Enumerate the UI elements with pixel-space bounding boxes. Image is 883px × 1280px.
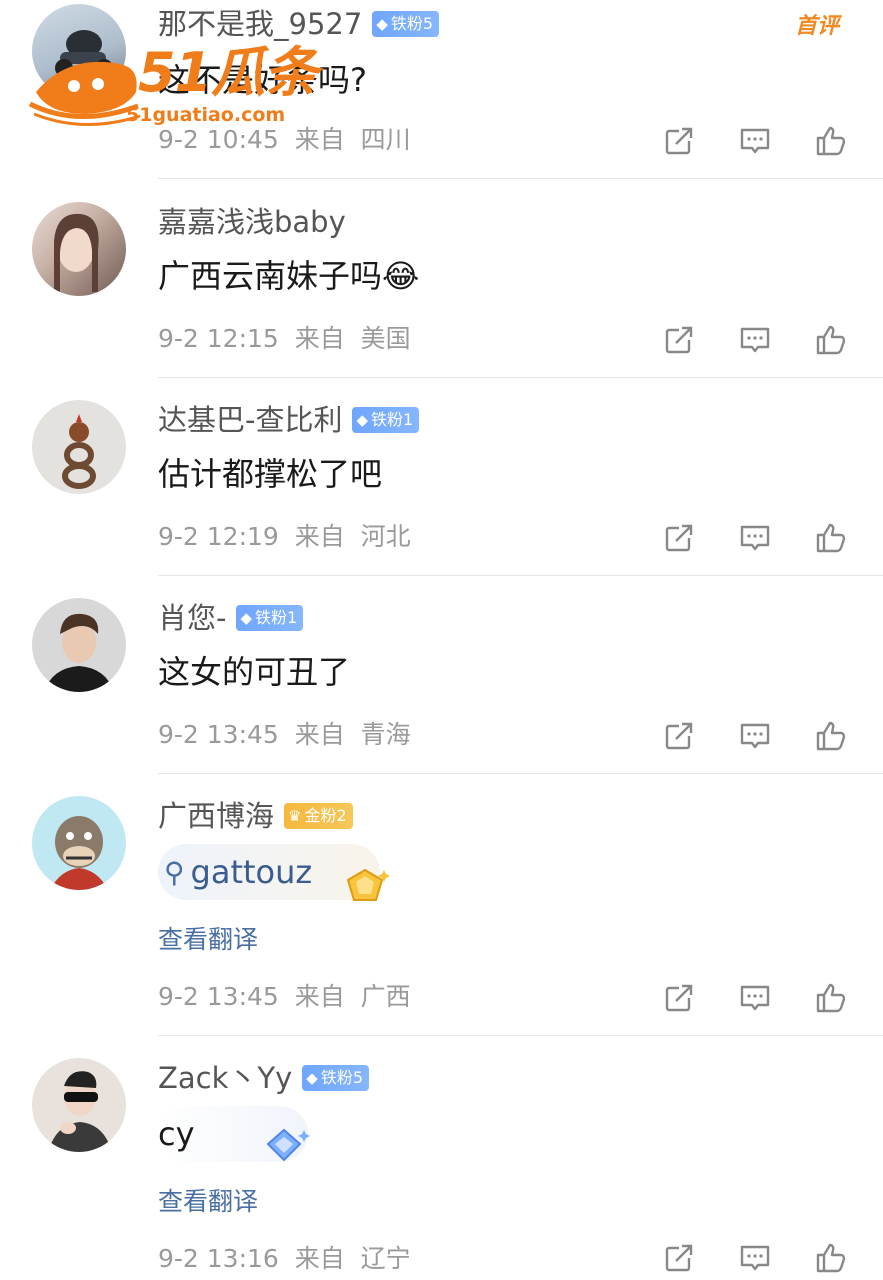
- comment-item: 广西博海 ♛ 金粉2 ⚲ gattouz 查看翻译 9-2 13:45 来自 广西: [0, 774, 883, 1036]
- share-icon[interactable]: [662, 323, 696, 357]
- comment-meta: 9-2 10:45 来自 四川: [158, 124, 411, 156]
- like-icon[interactable]: [814, 719, 848, 753]
- fan-badge[interactable]: ◆ 铁粉5: [302, 1065, 369, 1091]
- comment-item: 肖您- ◆ 铁粉1 这女的可丑了 9-2 13:45 来自 青海: [0, 576, 883, 774]
- comment-item: 达基巴-查比利 ◆ 铁粉1 估计都撑松了吧 9-2 12:19 来自 河北: [0, 378, 883, 576]
- reply-icon[interactable]: [738, 124, 772, 158]
- translate-link[interactable]: 查看翻译: [158, 924, 258, 956]
- comment-actions: [662, 981, 883, 1015]
- fan-badge[interactable]: ◆ 铁粉1: [352, 407, 420, 433]
- share-icon[interactable]: [662, 981, 696, 1015]
- comment-time: 9-2 10:45: [158, 125, 279, 154]
- comment-actions: [662, 521, 883, 555]
- comment-from: 来自: [294, 982, 345, 1011]
- avatar[interactable]: [32, 796, 126, 890]
- diamond-icon: ◆: [356, 411, 369, 429]
- username-text[interactable]: 达基巴-查比利: [158, 402, 342, 438]
- share-icon[interactable]: [662, 521, 696, 555]
- comment-from: 来自: [294, 720, 345, 749]
- gold-gem-icon: [340, 866, 390, 906]
- like-icon[interactable]: [814, 521, 848, 555]
- comment-meta: 9-2 13:16 来自 辽宁: [158, 1243, 411, 1275]
- diamond-icon: ◆: [240, 609, 253, 627]
- username[interactable]: 达基巴-查比利 ◆ 铁粉1: [158, 402, 420, 438]
- comment-meta: 9-2 13:45 来自 广西: [158, 981, 411, 1013]
- comment-actions: [662, 124, 883, 158]
- fan-badge[interactable]: ◆ 铁粉5: [372, 11, 440, 37]
- comment-actions: [662, 323, 883, 357]
- watermark-site: 51guatiao.com: [126, 104, 286, 126]
- badge-label: 铁粉1: [371, 410, 414, 429]
- reply-icon[interactable]: [738, 521, 772, 555]
- reply-icon[interactable]: [738, 719, 772, 753]
- like-icon[interactable]: [814, 124, 848, 158]
- avatar[interactable]: [32, 400, 126, 494]
- like-icon[interactable]: [814, 981, 848, 1015]
- username[interactable]: 肖您- ◆ 铁粉1: [158, 600, 304, 636]
- divider: [158, 178, 883, 179]
- username[interactable]: Zack丶Yy ◆ 铁粉5: [158, 1060, 369, 1096]
- badge-label: 金粉2: [304, 806, 347, 825]
- comment-from: 来自: [294, 324, 345, 353]
- comment-time: 9-2 12:15: [158, 324, 279, 353]
- like-icon[interactable]: [814, 1241, 848, 1275]
- comment-location: 广西: [360, 982, 411, 1011]
- username-text[interactable]: 嘉嘉浅浅baby: [158, 204, 346, 240]
- comment-time: 9-2 13:45: [158, 982, 279, 1011]
- comment-actions: [662, 1241, 883, 1275]
- comment-time: 9-2 12:19: [158, 522, 279, 551]
- username-text[interactable]: Zack丶Yy: [158, 1060, 292, 1096]
- search-link-text[interactable]: gattouz: [191, 853, 313, 891]
- diamond-icon: ◆: [376, 15, 388, 33]
- avatar[interactable]: [32, 598, 126, 692]
- comment-time: 9-2 13:16: [158, 1244, 279, 1273]
- watermark-brand: 51瓜条: [138, 41, 318, 104]
- badge-label: 铁粉5: [320, 1068, 363, 1087]
- comment-text: 估计都撑松了吧: [158, 455, 383, 493]
- comment-from: 来自: [294, 125, 345, 154]
- comment-meta: 9-2 12:19 来自 河北: [158, 521, 411, 553]
- comment-location: 四川: [360, 125, 411, 154]
- share-icon[interactable]: [662, 1241, 696, 1275]
- crown-icon: ♛: [288, 807, 302, 825]
- username[interactable]: 嘉嘉浅浅baby: [158, 204, 346, 240]
- avatar[interactable]: [32, 1058, 126, 1152]
- comment-location: 河北: [360, 522, 411, 551]
- reply-icon[interactable]: [738, 1241, 772, 1275]
- fan-badge[interactable]: ◆ 铁粉1: [236, 605, 304, 631]
- comment-location: 辽宁: [360, 1244, 411, 1273]
- comment-text: cy: [158, 1115, 195, 1153]
- username-text[interactable]: 肖您-: [158, 600, 226, 636]
- username-text[interactable]: 广西博海: [158, 798, 274, 834]
- comment-from: 来自: [294, 522, 345, 551]
- like-icon[interactable]: [814, 323, 848, 357]
- blue-gem-icon: [258, 1126, 312, 1166]
- comment-actions: [662, 719, 883, 753]
- diamond-icon: ◆: [306, 1069, 318, 1087]
- comment-text: 广西云南妹子吗😂: [158, 257, 420, 295]
- fan-badge[interactable]: ♛ 金粉2: [284, 803, 353, 829]
- search-icon: ⚲: [164, 855, 185, 889]
- comment-location: 美国: [360, 324, 411, 353]
- badge-label: 铁粉1: [255, 608, 298, 627]
- badge-label: 铁粉5: [390, 14, 434, 33]
- reply-icon[interactable]: [738, 981, 772, 1015]
- comment-item: 嘉嘉浅浅baby 广西云南妹子吗😂 9-2 12:15 来自 美国: [0, 180, 883, 378]
- comment-from: 来自: [294, 1244, 345, 1273]
- comment-time: 9-2 13:45: [158, 720, 279, 749]
- comment-meta: 9-2 13:45 来自 青海: [158, 719, 411, 751]
- share-icon[interactable]: [662, 124, 696, 158]
- comment-text: 这女的可丑了: [158, 653, 351, 691]
- comment-location: 青海: [360, 720, 411, 749]
- watermark-logo: 51瓜条 51guatiao.com: [28, 34, 348, 128]
- reply-icon[interactable]: [738, 323, 772, 357]
- username[interactable]: 广西博海 ♛ 金粉2: [158, 798, 353, 834]
- share-icon[interactable]: [662, 719, 696, 753]
- translate-link[interactable]: 查看翻译: [158, 1186, 258, 1218]
- avatar[interactable]: [32, 202, 126, 296]
- comment-meta: 9-2 12:15 来自 美国: [158, 323, 411, 355]
- comment-item: Zack丶Yy ◆ 铁粉5 cy 查看翻译 9-2 13:16 来自 辽宁: [0, 1036, 883, 1280]
